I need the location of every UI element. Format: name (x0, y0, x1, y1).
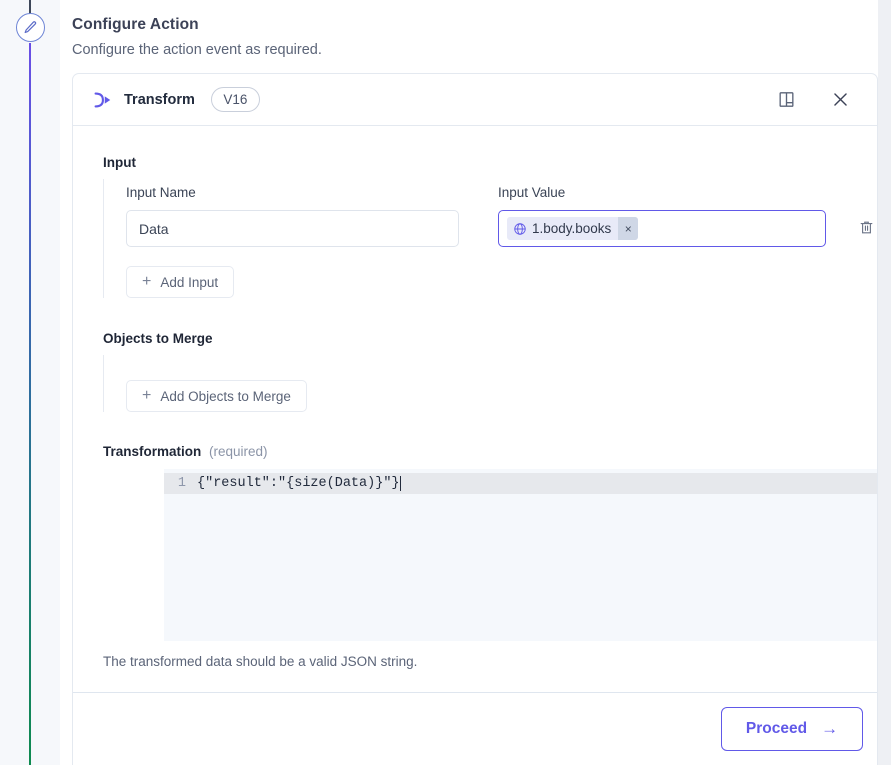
text-caret (399, 476, 401, 491)
merge-section-label: Objects to Merge (103, 331, 213, 346)
plus-icon: + (142, 273, 152, 290)
variable-chip-label: 1.body.books (532, 221, 612, 236)
input-row: Input Name Input Value (126, 185, 877, 247)
page-title: Configure Action (72, 16, 199, 33)
input-name-field-wrap: Input Name (126, 185, 459, 247)
editor-line-1: 1 {"result":"{size(Data)}"} (164, 473, 401, 494)
input-value-field[interactable]: 1.body.books × (498, 210, 826, 247)
plus-icon: + (142, 387, 152, 404)
page-heading: Configure Action Configure the action ev… (72, 16, 632, 58)
timeline-rail (0, 0, 60, 765)
card-footer: Proceed → (73, 692, 877, 765)
proceed-button[interactable]: Proceed → (721, 707, 863, 751)
page-background-strip (878, 0, 891, 765)
transformation-required-note: (required) (209, 444, 268, 459)
page-subtitle: Configure the action event as required. (72, 42, 322, 58)
card-body: Input Input Name Input Value (73, 126, 877, 691)
transform-icon (91, 89, 113, 111)
input-name-label: Input Name (126, 185, 196, 200)
transformation-label-text: Transformation (103, 444, 202, 459)
variable-chip-remove-icon[interactable]: × (618, 217, 639, 240)
rail-connector-gradient (29, 43, 31, 765)
card-header: Transform V16 (73, 74, 877, 126)
proceed-label: Proceed (745, 720, 808, 737)
transformation-hint: The transformed data should be a valid J… (103, 654, 418, 669)
input-name-field[interactable] (126, 210, 459, 247)
add-input-button[interactable]: + Add Input (126, 266, 235, 298)
pencil-icon (23, 20, 38, 35)
trash-icon[interactable] (855, 216, 877, 238)
add-objects-to-merge-button[interactable]: + Add Objects to Merge (126, 380, 307, 412)
input-value-field-wrap: Input Value 1.body.books × (498, 185, 826, 247)
editor-code-content[interactable]: {"result":"{size(Data)}"} (197, 476, 400, 491)
version-badge[interactable]: V16 (210, 87, 260, 112)
input-value-label: Input Value (498, 185, 566, 200)
add-input-label: Add Input (160, 274, 219, 290)
configure-action-card: Transform V16 Input Input Name Data Inpu… (72, 73, 878, 765)
input-section-label: Input (103, 155, 136, 170)
variable-chip[interactable]: 1.body.books × (507, 217, 639, 240)
editor-line-number: 1 (177, 476, 186, 491)
book-icon[interactable] (771, 85, 801, 115)
close-icon[interactable] (825, 85, 855, 115)
add-objects-to-merge-label: Add Objects to Merge (160, 388, 291, 404)
transformation-section-label: Transformation (required) (103, 444, 877, 459)
merge-section-group: + Add Objects to Merge (103, 355, 877, 412)
globe-icon (513, 222, 527, 236)
input-section-group: Input Name Input Value (103, 179, 877, 298)
arrow-right-icon: → (821, 719, 839, 738)
action-name: Transform (124, 91, 195, 108)
transformation-code-editor[interactable]: 1 {"result":"{size(Data)}"} (164, 469, 877, 641)
rail-step-node[interactable] (16, 13, 45, 42)
